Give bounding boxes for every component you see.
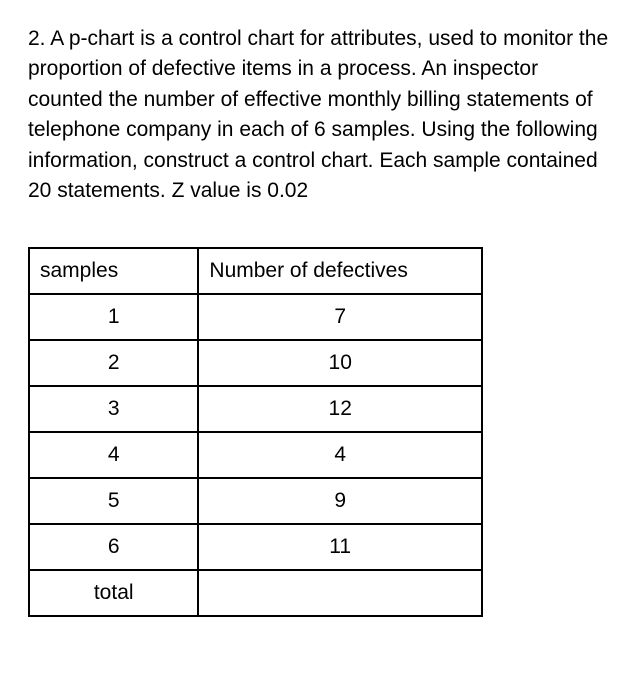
cell-sample: 6 xyxy=(29,524,198,570)
table-total-row: total xyxy=(29,570,482,616)
cell-total-label: total xyxy=(29,570,198,616)
table-row: 3 12 xyxy=(29,386,482,432)
table-header-row: samples Number of defectives xyxy=(29,248,482,294)
table-row: 4 4 xyxy=(29,432,482,478)
header-samples: samples xyxy=(29,248,198,294)
table-row: 2 10 xyxy=(29,340,482,386)
data-table: samples Number of defectives 1 7 2 10 3 … xyxy=(28,247,483,617)
table-row: 6 11 xyxy=(29,524,482,570)
cell-sample: 2 xyxy=(29,340,198,386)
cell-sample: 5 xyxy=(29,478,198,524)
table-row: 5 9 xyxy=(29,478,482,524)
cell-total-value xyxy=(198,570,482,616)
cell-defectives: 7 xyxy=(198,294,482,340)
cell-defectives: 9 xyxy=(198,478,482,524)
cell-defectives: 12 xyxy=(198,386,482,432)
cell-sample: 1 xyxy=(29,294,198,340)
cell-sample: 3 xyxy=(29,386,198,432)
cell-defectives: 10 xyxy=(198,340,482,386)
problem-statement: 2. A p-chart is a control chart for attr… xyxy=(28,24,611,207)
cell-sample: 4 xyxy=(29,432,198,478)
header-defectives: Number of defectives xyxy=(198,248,482,294)
cell-defectives: 4 xyxy=(198,432,482,478)
cell-defectives: 11 xyxy=(198,524,482,570)
table-row: 1 7 xyxy=(29,294,482,340)
